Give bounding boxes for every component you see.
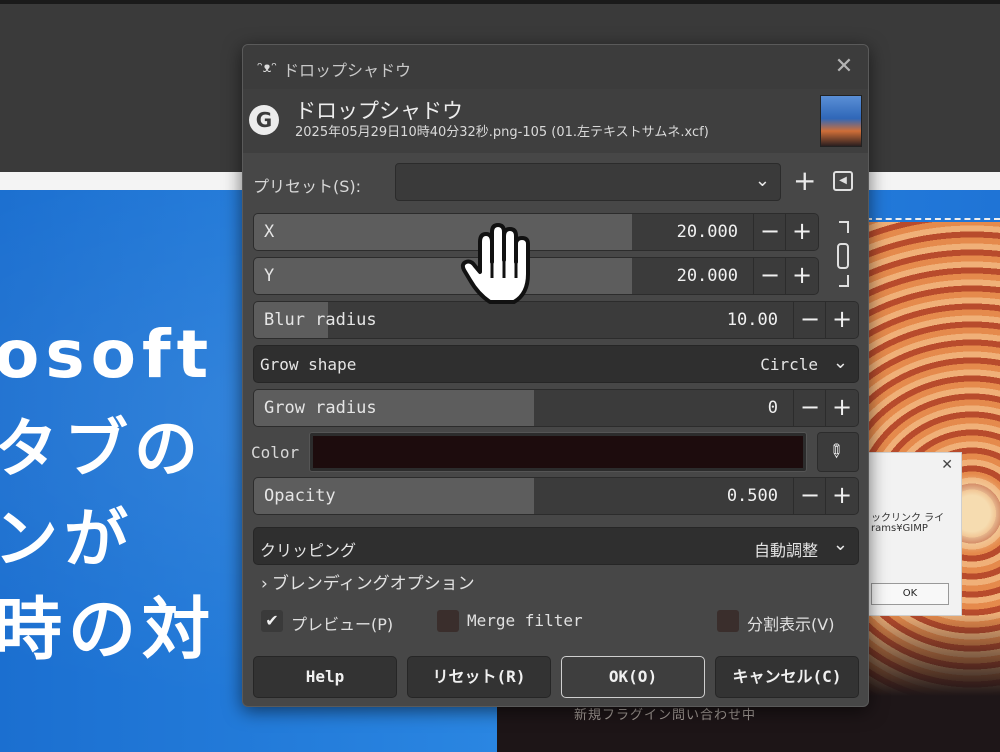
popup-text-1: ックリンク ライ: [871, 513, 945, 524]
y-fill: [254, 258, 632, 294]
grow-radius-decrement-button[interactable]: −: [793, 390, 826, 426]
preview-checkbox[interactable]: ✔ プレビュー(P): [261, 610, 431, 634]
opacity-increment-button[interactable]: +: [825, 478, 858, 514]
chain-bracket-top: [839, 221, 849, 233]
y-decrement-button[interactable]: −: [753, 258, 786, 294]
ok-button[interactable]: OK(O): [561, 656, 705, 698]
x-label: X: [264, 222, 275, 242]
blur-label: Blur radius: [264, 310, 377, 330]
x-decrement-button[interactable]: −: [753, 214, 786, 250]
y-increment-button[interactable]: +: [785, 258, 818, 294]
color-picker-button[interactable]: ✎: [817, 432, 859, 472]
popup-text-2: rams¥GIMP: [871, 523, 928, 534]
canvas-text-line-2: タブの: [0, 413, 204, 487]
layer-thumbnail: [820, 95, 862, 147]
split-view-checkbox[interactable]: 分割表示(V): [717, 610, 857, 634]
opacity-value: 0.500: [726, 486, 778, 506]
preview-label: プレビュー(P): [291, 615, 394, 634]
unchecked-box: [717, 610, 739, 632]
grow-shape-label: Grow shape: [260, 355, 357, 374]
grow-radius-value: 0: [767, 398, 778, 418]
grow-shape-combo[interactable]: Grow shape Circle ⌄: [253, 345, 859, 383]
hand-cursor-icon: [460, 223, 530, 304]
canvas-text-line-3: ンが: [0, 503, 134, 577]
chain-link: [837, 243, 849, 269]
preset-menu-button[interactable]: ◀: [833, 171, 853, 191]
dialog-header: G ドロップシャドウ 2025年05月29日10時40分32秒.png-105 …: [243, 89, 868, 153]
eyedropper-icon: ✎: [822, 438, 849, 465]
blur-increment-button[interactable]: +: [825, 302, 858, 338]
clipping-value: 自動調整: [753, 541, 818, 560]
layer-boundary: [866, 218, 1000, 220]
drop-shadow-dialog: ᵔᴥᵔ ドロップシャドウ ✕ G ドロップシャドウ 2025年05月29日10時…: [242, 44, 869, 707]
cancel-button[interactable]: キャンセル(C): [715, 656, 859, 698]
popup-ok-button: OK: [871, 583, 949, 605]
chain-bracket-bottom: [839, 275, 849, 287]
reset-button[interactable]: リセット(R): [407, 656, 551, 698]
close-icon: ✕: [941, 457, 953, 473]
chevron-down-icon: ⌄: [832, 534, 848, 555]
y-value: 20.000: [676, 266, 738, 286]
header-subtitle: 2025年05月29日10時40分32秒.png-105 (01.左テキストサム…: [295, 125, 709, 140]
y-spin-scale[interactable]: Y 20.000 − +: [253, 257, 819, 295]
help-button[interactable]: Help: [253, 656, 397, 698]
chain-link-icon[interactable]: [835, 221, 855, 287]
merge-filter-checkbox[interactable]: Merge filter: [437, 610, 597, 634]
preset-label: プリセット(S):: [253, 177, 362, 196]
blur-value: 10.00: [726, 310, 778, 330]
x-increment-button[interactable]: +: [785, 214, 818, 250]
clipping-label: クリッピング: [260, 541, 357, 560]
opacity-label: Opacity: [264, 486, 336, 506]
chevron-down-icon: ⌄: [754, 170, 770, 191]
background-popup: ✕ ックリンク ライ rams¥GIMP OK: [866, 452, 962, 616]
canvas-text-line-4: 時の対: [0, 591, 217, 670]
close-button[interactable]: ✕: [830, 53, 858, 81]
chevron-down-icon: ⌄: [832, 352, 848, 373]
grow-shape-value: Circle: [760, 355, 818, 374]
split-view-label: 分割表示(V): [747, 615, 835, 634]
blending-options-label: ブレンディングオプション: [271, 574, 475, 594]
unchecked-box: [437, 610, 459, 632]
window-title: ドロップシャドウ: [283, 61, 412, 80]
y-label: Y: [264, 266, 275, 286]
gegl-icon: G: [249, 105, 279, 135]
blur-radius-spin-scale[interactable]: Blur radius 10.00 − +: [253, 301, 859, 339]
add-preset-button[interactable]: +: [793, 167, 816, 195]
clipping-combo[interactable]: クリッピング 自動調整 ⌄: [253, 527, 859, 565]
grow-radius-label: Grow radius: [264, 398, 377, 418]
x-fill: [254, 214, 632, 250]
opacity-spin-scale[interactable]: Opacity 0.500 − +: [253, 477, 859, 515]
gimp-wilber-icon: ᵔᴥᵔ: [257, 60, 278, 76]
color-label: Color: [251, 443, 300, 462]
x-value: 20.000: [676, 222, 738, 242]
check-icon: ✔: [261, 610, 283, 632]
color-swatch: [313, 436, 803, 468]
blending-options-expander[interactable]: › ブレンディングオプション: [261, 569, 475, 594]
opacity-decrement-button[interactable]: −: [793, 478, 826, 514]
blur-decrement-button[interactable]: −: [793, 302, 826, 338]
chevron-right-icon: ›: [261, 574, 268, 594]
x-spin-scale[interactable]: X 20.000 − +: [253, 213, 819, 251]
preset-combo[interactable]: ⌄: [395, 163, 781, 201]
color-button[interactable]: [309, 432, 807, 472]
merge-filter-label: Merge filter: [467, 611, 583, 630]
grow-radius-spin-scale[interactable]: Grow radius 0 − +: [253, 389, 859, 427]
dialog-titlebar[interactable]: ᵔᴥᵔ ドロップシャドウ ✕: [243, 45, 868, 89]
grow-radius-increment-button[interactable]: +: [825, 390, 858, 426]
